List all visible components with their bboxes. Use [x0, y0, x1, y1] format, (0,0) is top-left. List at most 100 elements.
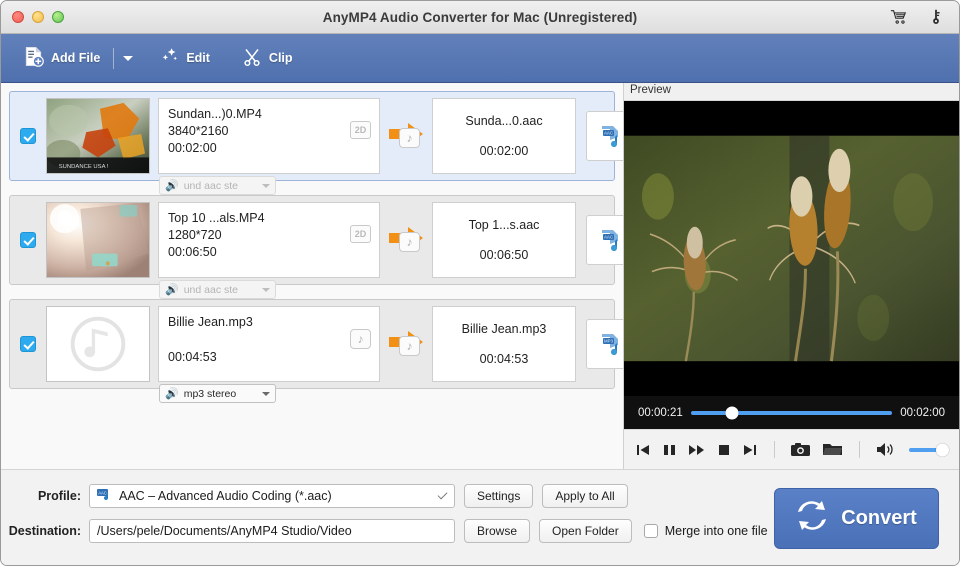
output-format-icon[interactable]: AAC: [586, 111, 623, 161]
merge-label: Merge into one file: [665, 524, 768, 538]
output-filename: Billie Jean.mp3: [442, 321, 566, 338]
close-button[interactable]: [12, 11, 24, 23]
source-duration: 00:06:50: [168, 244, 370, 261]
speaker-icon: 🔊: [165, 283, 179, 296]
zoom-button[interactable]: [52, 11, 64, 23]
chevron-down-icon: [262, 392, 270, 396]
profile-select[interactable]: AAC AAC – Advanced Audio Coding (*.aac): [89, 484, 455, 508]
profile-format-icon: AAC: [97, 487, 112, 505]
output-duration: 00:04:53: [442, 351, 566, 368]
minimize-button[interactable]: [32, 11, 44, 23]
2d-badge-icon: 2D: [350, 121, 371, 139]
table-row[interactable]: SUNDANCE USA ! Sundan...)0.MP4 3840*2160…: [9, 91, 615, 181]
audio-track-select[interactable]: 🔊 und aac ste: [159, 176, 276, 195]
edit-button[interactable]: Edit: [153, 41, 216, 75]
clip-button[interactable]: Clip: [236, 41, 299, 75]
row-checkbox[interactable]: [20, 336, 36, 352]
total-time: 00:02:00: [900, 407, 945, 419]
key-icon[interactable]: [927, 8, 945, 26]
speaker-icon: 🔊: [165, 179, 179, 192]
volume-slider[interactable]: [909, 448, 947, 452]
preview-header: Preview: [624, 83, 959, 101]
output-format-icon[interactable]: MP3: [586, 319, 623, 369]
audio-track-select[interactable]: 🔊 mp3 stereo: [159, 384, 276, 403]
output-info: ♪ Billie Jean.mp3 00:04:53: [432, 306, 576, 382]
stop-button[interactable]: [718, 443, 730, 457]
preview-video-stage[interactable]: [624, 101, 959, 396]
previous-button[interactable]: [636, 443, 650, 457]
video-thumbnail: [46, 202, 150, 278]
add-file-button[interactable]: Add File: [17, 41, 106, 75]
svg-text:AAC: AAC: [604, 131, 613, 136]
main-body: SUNDANCE USA ! Sundan...)0.MP4 3840*2160…: [1, 83, 959, 469]
title-bar-actions: [890, 8, 945, 26]
output-duration: 00:02:00: [442, 143, 566, 160]
convert-button[interactable]: Convert: [774, 488, 939, 549]
window-title: AnyMP4 Audio Converter for Mac (Unregist…: [1, 10, 959, 25]
source-info: Sundan...)0.MP4 3840*2160 00:02:00 2D 🔊 …: [158, 98, 380, 174]
chevron-down-icon: [438, 490, 448, 500]
audio-track-label: mp3 stereo: [184, 388, 237, 400]
profile-label: Profile:: [1, 489, 89, 503]
convert-label: Convert: [841, 507, 917, 530]
destination-input[interactable]: /Users/pele/Documents/AnyMP4 Studio/Vide…: [89, 519, 455, 543]
svg-text:AAC: AAC: [604, 235, 613, 240]
table-row[interactable]: Top 10 ...als.MP4 1280*720 00:06:50 2D 🔊…: [9, 195, 615, 285]
seek-knob[interactable]: [726, 406, 739, 419]
settings-button[interactable]: Settings: [464, 484, 533, 508]
svg-text:AAC: AAC: [98, 491, 107, 496]
row-checkbox[interactable]: [20, 128, 36, 144]
audio-track-label: und aac ste: [184, 180, 238, 192]
fast-forward-button[interactable]: [689, 443, 705, 457]
merge-into-one-file-toggle[interactable]: Merge into one file: [644, 524, 768, 538]
sparkle-icon: [159, 47, 179, 70]
music-note-badge-icon: ♪: [399, 336, 420, 356]
2d-badge-icon: 2D: [350, 225, 371, 243]
convert-icon: [796, 501, 828, 537]
destination-label: Destination:: [1, 524, 89, 538]
video-thumbnail: SUNDANCE USA !: [46, 98, 150, 174]
source-resolution: 3840*2160: [168, 123, 370, 140]
add-file-dropdown-arrow[interactable]: [123, 56, 133, 61]
window-controls: [12, 11, 64, 23]
pause-button[interactable]: [663, 443, 676, 457]
audio-track-select[interactable]: 🔊 und aac ste: [159, 280, 276, 299]
add-file-label: Add File: [51, 51, 100, 65]
scissors-icon: [242, 47, 262, 70]
next-button[interactable]: [743, 443, 757, 457]
snapshot-button[interactable]: [791, 442, 810, 457]
bottom-bar: Profile: AAC AAC – Advanced Audio Coding…: [1, 469, 959, 565]
svg-text:SUNDANCE USA !: SUNDANCE USA !: [59, 164, 109, 170]
title-bar: AnyMP4 Audio Converter for Mac (Unregist…: [1, 1, 959, 34]
source-duration: 00:02:00: [168, 140, 370, 157]
source-info: Billie Jean.mp3 00:04:53 ♪ 🔊 mp3 stereo: [158, 306, 380, 382]
music-note-badge-icon: ♪: [350, 329, 371, 349]
source-info: Top 10 ...als.MP4 1280*720 00:06:50 2D 🔊…: [158, 202, 380, 278]
music-note-badge-icon: ♪: [399, 232, 420, 252]
output-filename: Top 1...s.aac: [442, 217, 566, 234]
preview-seek-bar: 00:00:21 00:02:00: [624, 396, 959, 429]
output-filename: Sunda...0.aac: [442, 113, 566, 130]
chevron-down-icon: [262, 184, 270, 188]
merge-checkbox[interactable]: [644, 524, 658, 538]
output-info: ♪ Top 1...s.aac 00:06:50: [432, 202, 576, 278]
open-folder-button[interactable]: Open Folder: [539, 519, 632, 543]
apply-to-all-button[interactable]: Apply to All: [542, 484, 627, 508]
source-filename: Top 10 ...als.MP4: [168, 210, 370, 227]
volume-knob[interactable]: [936, 443, 949, 456]
clip-label: Clip: [269, 51, 293, 65]
table-row[interactable]: Billie Jean.mp3 00:04:53 ♪ 🔊 mp3 stereo …: [9, 299, 615, 389]
edit-label: Edit: [186, 51, 210, 65]
chevron-down-icon: [262, 288, 270, 292]
volume-icon[interactable]: [877, 442, 895, 457]
browse-button[interactable]: Browse: [464, 519, 530, 543]
toolbar-divider: [113, 48, 114, 69]
main-toolbar: Add File Edit Clip: [1, 34, 959, 83]
profile-value: AAC – Advanced Audio Coding (*.aac): [119, 489, 332, 503]
file-list[interactable]: SUNDANCE USA ! Sundan...)0.MP4 3840*2160…: [1, 83, 623, 469]
row-checkbox[interactable]: [20, 232, 36, 248]
seek-slider[interactable]: [691, 411, 892, 415]
open-snapshot-folder-button[interactable]: [823, 442, 842, 457]
cart-icon[interactable]: [890, 8, 908, 26]
output-format-icon[interactable]: AAC: [586, 215, 623, 265]
